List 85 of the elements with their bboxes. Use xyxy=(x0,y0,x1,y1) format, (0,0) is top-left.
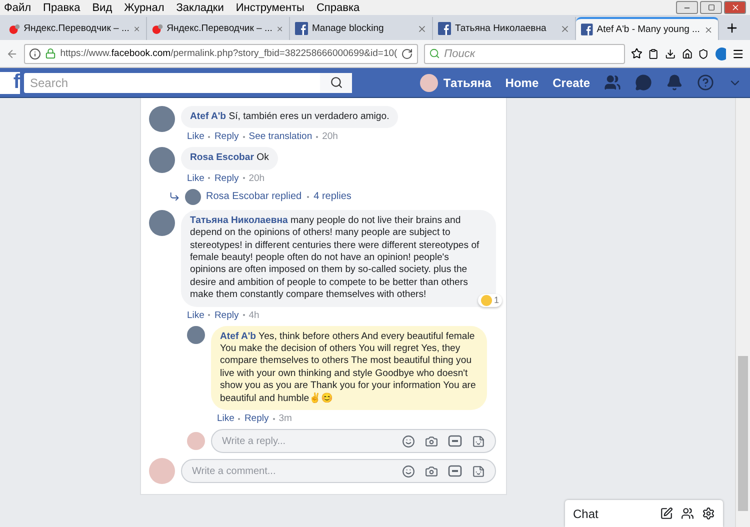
address-field[interactable]: https://www.facebook.com/permalink.php?story_fbid=382258666000699&id=10( xyxy=(24,44,418,64)
gif-icon[interactable] xyxy=(448,465,462,478)
comment-bubble: Atef A'b Sí, también eres un verdadero amigo. xyxy=(181,106,398,128)
maximize-button[interactable] xyxy=(700,1,722,14)
menu-item[interactable]: Правка xyxy=(43,2,80,14)
comment-time: 20h xyxy=(248,172,265,184)
menu-item[interactable]: Журнал xyxy=(124,2,164,14)
avatar xyxy=(149,106,175,132)
facebook-icon xyxy=(581,23,593,36)
close-tab-icon[interactable] xyxy=(417,24,427,34)
nav-link[interactable]: Home xyxy=(505,76,539,90)
avatar xyxy=(149,147,175,174)
profile-link[interactable]: Татьяна xyxy=(420,74,492,92)
replies-count-link[interactable]: 4 replies xyxy=(314,191,352,202)
camera-icon[interactable] xyxy=(425,434,438,448)
comment-action-link[interactable]: Like xyxy=(217,413,234,424)
shield-icon[interactable] xyxy=(698,46,710,60)
sticker-icon[interactable] xyxy=(472,434,485,448)
comment-time: 4h xyxy=(248,310,260,321)
menu-item[interactable]: Справка xyxy=(316,2,360,14)
comment-bubble: Atef A'b Yes, think before others And every beautiful female You make the decision of others You will regret Yes, they compare themselves to others The most beautiful thing you live with your own thinking and style Goodbye who doesn't show you as you are Thank you for your information You are beautiful and humble✌😊 xyxy=(211,326,487,410)
camera-icon[interactable] xyxy=(425,464,438,478)
compose-icon[interactable] xyxy=(660,507,673,520)
bookmark-star-icon[interactable] xyxy=(630,46,642,61)
close-button[interactable] xyxy=(724,1,746,14)
close-icon xyxy=(730,3,740,12)
replies-link[interactable]: Rosa Escobar replied xyxy=(206,191,302,202)
comment-action-link[interactable]: Like xyxy=(187,310,204,321)
comment-time: 20h xyxy=(322,131,338,142)
comment-action-link[interactable]: Reply xyxy=(214,310,239,321)
browser-search-field[interactable]: Поиск xyxy=(424,44,625,64)
search-icon xyxy=(429,48,440,59)
comment-action-link[interactable]: Reply xyxy=(214,172,239,184)
reply-arrow-icon xyxy=(169,191,180,202)
minimize-button[interactable] xyxy=(676,1,698,14)
wow-emoji-icon xyxy=(480,294,492,306)
smiley-icon[interactable] xyxy=(402,464,415,478)
avatar xyxy=(187,432,205,450)
nav-link[interactable]: Create xyxy=(552,76,590,90)
sticker-icon[interactable] xyxy=(472,464,485,478)
avatar xyxy=(149,210,175,236)
close-tab-icon[interactable] xyxy=(560,24,570,34)
comment-time: 3m xyxy=(278,413,292,424)
avatar xyxy=(185,188,201,205)
info-icon xyxy=(29,48,42,60)
comment-action-link[interactable]: Reply xyxy=(244,413,269,424)
comment-action-link[interactable]: See translation xyxy=(248,131,312,142)
avatar xyxy=(149,458,175,484)
translator-icon xyxy=(152,22,163,36)
search-button[interactable] xyxy=(320,72,352,92)
notifications-icon[interactable] xyxy=(666,74,683,91)
home-icon[interactable] xyxy=(682,46,692,60)
friends-icon[interactable] xyxy=(604,74,621,91)
settings-icon[interactable] xyxy=(702,507,715,520)
comment-bubble: Rosa Escobar Ok xyxy=(181,147,278,170)
comment-bubble: Татьяна Николаевна many people do not live their brains and depend on the opinions of others! many people are subject to stereotypes! in different centuries there were different stereotypes of female beauty! people often do not have an opinion! people's opinions are often imposed on them by so-called society. plus the desire and ambition of people to compete to be better than others make them constantly compare themselves with others! xyxy=(181,210,496,307)
smiley-icon[interactable] xyxy=(402,434,415,448)
maximize-icon xyxy=(708,4,714,11)
reload-icon[interactable] xyxy=(401,48,414,60)
clipboard-icon[interactable] xyxy=(648,46,660,60)
new-tab-icon[interactable] xyxy=(725,21,739,35)
comment-action-link[interactable]: Like xyxy=(187,131,204,142)
facebook-icon xyxy=(295,22,308,35)
people-icon[interactable] xyxy=(681,507,694,520)
comment-action-link[interactable]: Reply xyxy=(214,131,239,142)
chat-bar[interactable]: Chat xyxy=(565,500,723,527)
facebook-logo: f xyxy=(0,72,20,94)
translator-icon xyxy=(9,22,20,36)
messenger-icon[interactable] xyxy=(635,74,652,91)
menu-item[interactable]: Инструменты xyxy=(236,2,304,14)
close-tab-icon[interactable] xyxy=(704,24,713,34)
help-icon[interactable] xyxy=(697,74,714,91)
addon-icon[interactable] xyxy=(715,46,726,60)
avatar xyxy=(187,326,205,344)
comment-action-link[interactable]: Like xyxy=(187,172,204,184)
gif-icon[interactable] xyxy=(448,435,462,448)
menu-item[interactable]: Файл xyxy=(4,2,32,14)
menu-item[interactable]: Закладки xyxy=(176,2,224,14)
browser-tab[interactable]: Atef A'b - Many young ... xyxy=(576,17,719,40)
facebook-icon xyxy=(438,22,451,35)
download-icon[interactable] xyxy=(665,46,676,60)
lock-icon xyxy=(45,48,56,59)
menu-item[interactable]: Вид xyxy=(92,2,112,14)
search-icon xyxy=(330,76,342,89)
scrollbar-thumb[interactable] xyxy=(738,356,748,511)
